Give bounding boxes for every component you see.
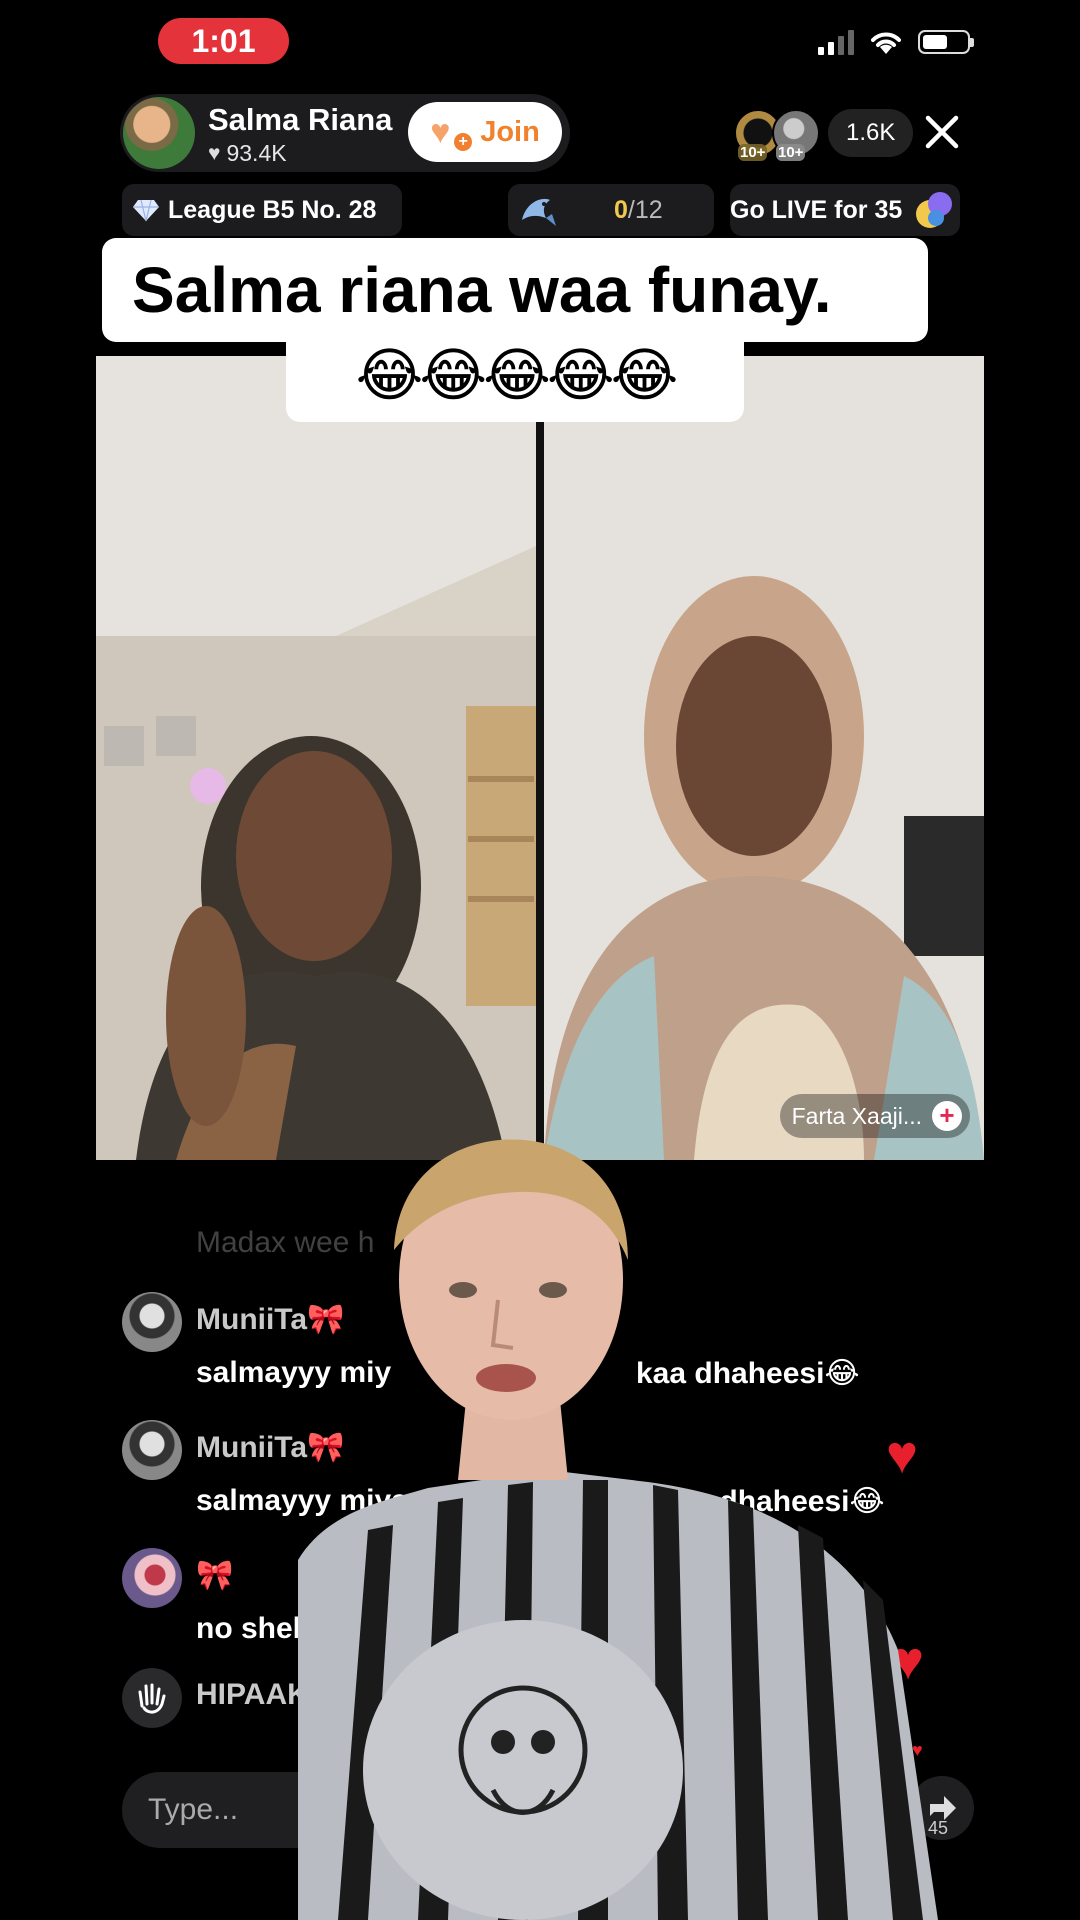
commenter-name[interactable]: 🎀: [196, 1558, 233, 1593]
top-viewers[interactable]: 10+ 10+ 1.6K: [734, 106, 914, 161]
join-button[interactable]: ♥ + Join: [408, 102, 562, 162]
guest-video-scene: [544, 356, 984, 1160]
viewer-badge: 10+: [738, 144, 768, 161]
commenter-avatar[interactable]: [122, 1292, 182, 1352]
league-badge[interactable]: League B5 No. 28: [122, 184, 402, 236]
commenter-name[interactable]: HIPAAK: [196, 1678, 309, 1712]
host-avatar[interactable]: [123, 97, 195, 169]
viewer-badge: 10+: [776, 144, 806, 161]
guest-video[interactable]: Farta Xaaji... +: [544, 356, 984, 1160]
caption-line-1: Salma riana waa funay.: [102, 238, 928, 342]
host-video[interactable]: [96, 356, 536, 1160]
host-name: Salma Riana: [208, 102, 393, 137]
progress-current: 0: [614, 195, 628, 224]
go-live-label: Go LIVE for 35: [730, 195, 903, 224]
wifi-icon: [871, 32, 901, 54]
status-icons: [818, 28, 974, 56]
host-likes-count: 93.4K: [226, 140, 287, 166]
gift-ball-icon: [916, 192, 952, 228]
viewer-avatar[interactable]: 10+: [772, 109, 820, 161]
diamond-icon: [133, 199, 159, 222]
signal-icon: [818, 29, 854, 55]
viewer-count[interactable]: 1.6K: [828, 109, 914, 157]
progress-total: /12: [627, 195, 663, 224]
comment-input-placeholder: Type...: [148, 1793, 239, 1826]
league-label: League B5 No. 28: [168, 195, 377, 224]
tiktok-live-screen: 1:01 Salma Riana ♥ 93.4K ♥ + Join 10+ 10+…: [0, 0, 1080, 1920]
battery-icon: [918, 30, 974, 54]
commenter-avatar[interactable]: [122, 1548, 182, 1608]
presenter-overlay: [298, 1139, 938, 1920]
host-video-scene: [96, 356, 536, 1160]
host-card[interactable]: Salma Riana ♥ 93.4K ♥ + Join: [120, 94, 570, 172]
wave-hand-icon: [122, 1668, 182, 1728]
close-icon[interactable]: [922, 112, 962, 152]
comment-text: no shel: [196, 1612, 302, 1645]
heart-plus-icon: ♥ +: [430, 115, 473, 151]
caption-line-2: 😂😂😂😂😂: [286, 330, 744, 422]
join-label: Join: [480, 115, 540, 148]
follow-plus-icon[interactable]: +: [932, 1101, 962, 1131]
guest-name: Farta Xaaji...: [791, 1102, 922, 1129]
goal-progress[interactable]: 0/12: [508, 184, 714, 236]
video-divider: [536, 356, 544, 1160]
host-likes: ♥ 93.4K: [208, 140, 287, 167]
go-live-promo[interactable]: Go LIVE for 35: [730, 184, 960, 236]
status-time: 1:01: [158, 18, 289, 64]
heart-icon: ♥: [208, 141, 221, 165]
progress-text: 0/12: [614, 196, 663, 225]
commenter-avatar[interactable]: [122, 1420, 182, 1480]
fish-icon: [522, 198, 556, 226]
